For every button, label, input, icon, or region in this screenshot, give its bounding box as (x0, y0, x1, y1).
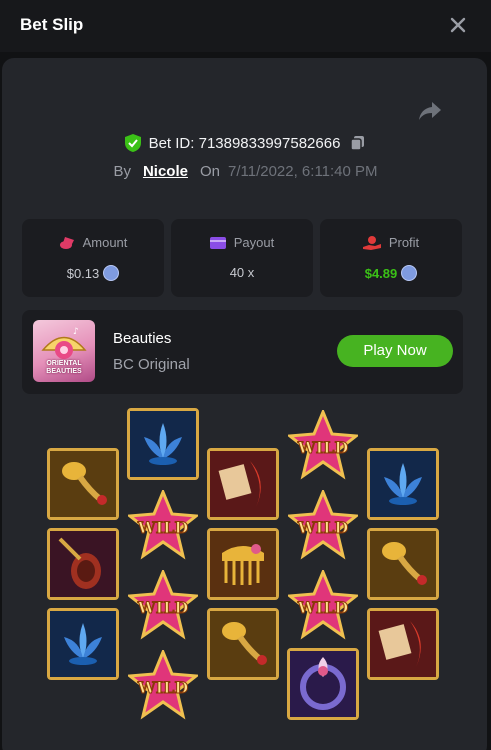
coin-icon (103, 265, 120, 281)
close-icon[interactable] (447, 14, 469, 36)
copy-icon[interactable] (350, 135, 366, 151)
username-link[interactable]: Nicole (143, 163, 188, 180)
game-thumbnail[interactable]: ♪ ORIENTAL BEAUTIES (33, 320, 95, 382)
game-name: Beauties (113, 330, 172, 347)
coin-icon (401, 265, 418, 281)
thumbnail-logo-text: ORIENTAL BEAUTIES (46, 360, 82, 375)
bet-id-text: Bet ID: 71389833997582666 (148, 134, 341, 152)
bet-meta-row: By Nicole On 7/11/2022, 6:11:40 PM (0, 160, 491, 182)
share-icon[interactable] (418, 100, 442, 122)
profit-card: Profit $4.89 (320, 219, 462, 297)
payout-card: Payout 40 x (171, 219, 313, 297)
wallet-icon (209, 236, 226, 250)
payout-value: 40 x (229, 265, 255, 280)
shield-check-icon (124, 134, 141, 152)
hand-coin-icon (362, 235, 381, 250)
by-label: By (113, 162, 131, 180)
amount-label: Amount (82, 235, 128, 250)
coins-icon (59, 236, 75, 250)
play-now-button[interactable]: Play Now (337, 335, 453, 367)
amount-card: Amount $0.13 (22, 219, 164, 297)
profit-label: Profit (388, 235, 420, 250)
bet-id-row: Bet ID: 71389833997582666 (0, 132, 491, 154)
game-card: ♪ ORIENTAL BEAUTIES Beauties BC Original … (22, 310, 463, 394)
bet-datetime: 7/11/2022, 6:11:40 PM (227, 162, 378, 180)
payout-label: Payout (233, 235, 275, 250)
amount-value: $0.13 (66, 265, 100, 281)
bet-slip-title: Bet Slip (20, 15, 84, 34)
profit-value: $4.89 (364, 265, 398, 281)
bet-slip-header: Bet Slip (0, 0, 491, 52)
svg-text:♪: ♪ (73, 327, 79, 337)
game-provider: BC Original (113, 356, 190, 373)
on-label: On (199, 162, 220, 180)
